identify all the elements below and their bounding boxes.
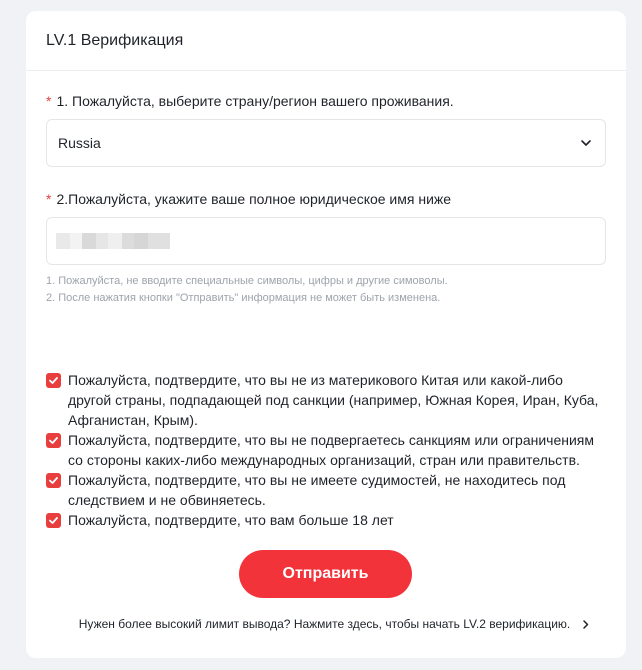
confirm-over-18[interactable]: Пожалуйста, подтвердите, что вам больше … bbox=[46, 510, 606, 530]
hint-line-1: 1. Пожалуйста, не вводите специальные си… bbox=[46, 275, 448, 287]
country-selected-value: Russia bbox=[58, 135, 101, 151]
check-icon bbox=[49, 377, 58, 384]
confirm-text: Пожалуйста, подтвердите, что вы не имеет… bbox=[68, 472, 566, 508]
hint-line-2: 2. После нажатия кнопки "Отправить" инфо… bbox=[46, 292, 441, 304]
chevron-down-icon bbox=[581, 140, 591, 146]
checkbox-checked[interactable] bbox=[46, 433, 61, 448]
confirm-text: Пожалуйста, подтвердите, что вам больше … bbox=[68, 512, 394, 528]
country-label-text: 1. Пожалуйста, выберите страну/регион ва… bbox=[56, 93, 454, 109]
confirm-text: Пожалуйста, подтвердите, что вы не подве… bbox=[68, 432, 594, 468]
submit-button[interactable]: Отправить bbox=[239, 550, 412, 598]
check-icon bbox=[49, 437, 58, 444]
card-header: LV.1 Верификация bbox=[26, 11, 626, 71]
redacted-name-mask bbox=[56, 233, 170, 249]
checkbox-checked[interactable] bbox=[46, 473, 61, 488]
name-label-text: 2.Пожалуйста, укажите ваше полное юридич… bbox=[56, 191, 452, 207]
verification-card: LV.1 Верификация * 1. Пожалуйста, выбери… bbox=[26, 11, 626, 658]
checkbox-checked[interactable] bbox=[46, 513, 61, 528]
check-icon bbox=[49, 477, 58, 484]
required-asterisk: * bbox=[46, 191, 52, 207]
country-select[interactable]: Russia bbox=[46, 119, 606, 167]
name-label: * 2.Пожалуйста, укажите ваше полное юрид… bbox=[46, 191, 451, 207]
chevron-right-icon bbox=[583, 619, 589, 629]
page-title: LV.1 Верификация bbox=[46, 31, 184, 49]
lv2-verification-link[interactable]: Нужен более высокий лимит вывода? Нажмит… bbox=[26, 617, 626, 631]
confirm-not-sanctioned-country[interactable]: Пожалуйста, подтвердите, что вы не из ма… bbox=[46, 370, 606, 430]
country-label: * 1. Пожалуйста, выберите страну/регион … bbox=[46, 93, 454, 109]
check-icon bbox=[49, 517, 58, 524]
required-asterisk: * bbox=[46, 93, 52, 109]
confirm-text: Пожалуйста, подтвердите, что вы не из ма… bbox=[68, 372, 599, 428]
confirm-not-sanctioned-person[interactable]: Пожалуйста, подтвердите, что вы не подве… bbox=[46, 430, 606, 470]
lv2-link-text: Нужен более высокий лимит вывода? Нажмит… bbox=[78, 617, 571, 631]
checkbox-checked[interactable] bbox=[46, 373, 61, 388]
confirm-no-criminal-record[interactable]: Пожалуйста, подтвердите, что вы не имеет… bbox=[46, 470, 606, 510]
